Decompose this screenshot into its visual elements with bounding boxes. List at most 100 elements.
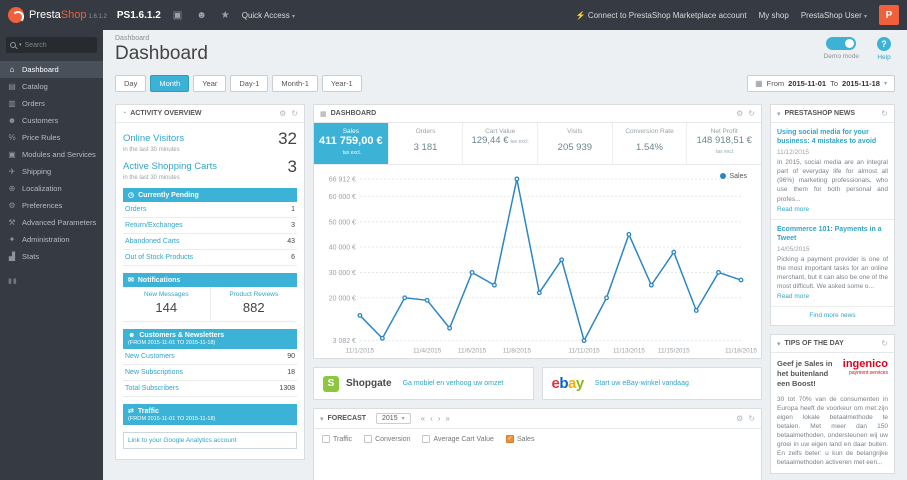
filter-day-button[interactable]: Day <box>115 75 147 92</box>
find-more-news-link[interactable]: Find more news <box>771 307 894 325</box>
quick-access-menu[interactable]: Quick Access ▾ <box>242 11 295 20</box>
prestashop-logo[interactable]: PrestaShop 1.6.1.2 <box>8 7 107 23</box>
sidebar-item-dashboard[interactable]: ⌂ Dashboard <box>0 61 103 78</box>
date-filter-group: Day Month Year Day-1 Month-1 Year-1 <box>115 75 362 92</box>
checkbox-icon[interactable] <box>422 435 431 444</box>
svg-text:50 000 €: 50 000 € <box>329 219 356 226</box>
chevron-down-icon[interactable]: ▾ <box>777 340 781 348</box>
ebay-link[interactable]: Start uw eBay-winkel vandaag <box>595 380 689 387</box>
sidebar-item-localization[interactable]: ⊕ Localization <box>0 180 103 197</box>
forecast-option-average-cart-value[interactable]: Average Cart Value <box>422 435 494 444</box>
abandoned-carts-link[interactable]: Abandoned Carts <box>125 238 179 245</box>
filter-month-button[interactable]: Month <box>150 75 190 92</box>
sidebar-item-stats[interactable]: ▟ Stats <box>0 248 103 265</box>
new-customers-link[interactable]: New Customers <box>125 353 175 360</box>
gear-icon[interactable]: ⚙ <box>736 109 743 118</box>
cart-icon[interactable]: ▣ <box>173 10 182 21</box>
demo-mode-toggle[interactable]: Demo mode <box>824 37 859 61</box>
toggle-switch[interactable] <box>826 37 857 50</box>
table-row: Total Subscribers 1308 <box>123 381 297 397</box>
online-visitors-link[interactable]: Online Visitors <box>123 133 184 144</box>
filter-day-1-button[interactable]: Day-1 <box>230 75 269 92</box>
first-page-icon[interactable]: « <box>421 414 425 423</box>
help-button[interactable]: ? Help <box>877 37 891 61</box>
out-of-stock-link[interactable]: Out of Stock Products <box>125 254 193 261</box>
news-article-date: 11/12/2015 <box>777 149 810 157</box>
news-article-title-link[interactable]: Ecommerce 101: Payments in a Tweet <box>777 225 888 243</box>
chevron-down-icon[interactable]: ▾ <box>320 415 324 423</box>
kpi-conversion-rate[interactable]: Conversion Rate 1.54% <box>613 123 688 164</box>
kpi-orders[interactable]: Orders 3 181 <box>389 123 464 164</box>
forecast-option-traffic[interactable]: Traffic <box>322 435 352 444</box>
new-subscriptions-link[interactable]: New Subscriptions <box>125 369 183 376</box>
refresh-icon[interactable]: ↻ <box>748 414 755 423</box>
sidebar-item-shipping[interactable]: ✈ Shipping <box>0 163 103 180</box>
shopgate-link[interactable]: Ga mobiel en verhoog uw omzet <box>403 380 504 387</box>
filter-month-1-button[interactable]: Month-1 <box>272 75 318 92</box>
avatar[interactable]: P <box>879 5 899 25</box>
year-select[interactable]: 2015 ▾ <box>376 413 411 425</box>
date-range-picker[interactable]: ▦ From 2015-11-01 To 2015-11-18 ▾ <box>747 75 895 92</box>
sidebar-item-preferences[interactable]: ⚙ Preferences <box>0 197 103 214</box>
pending-orders-link[interactable]: Orders <box>125 206 146 213</box>
search-input[interactable] <box>24 41 85 49</box>
kpi-label: Sales <box>342 128 359 135</box>
gear-icon[interactable]: ⚙ <box>736 414 743 423</box>
sidebar-item-modules[interactable]: ▣ Modules and Services <box>0 146 103 163</box>
breadcrumb[interactable]: Dashboard <box>115 35 895 42</box>
sidebar-item-price-rules[interactable]: % Price Rules <box>0 129 103 146</box>
prev-page-icon[interactable]: ‹ <box>430 414 433 423</box>
kpi-label: Orders <box>415 128 436 135</box>
sidebar-search[interactable]: ▾ <box>6 37 97 53</box>
next-page-icon[interactable]: › <box>438 414 441 423</box>
product-reviews-cell[interactable]: Product Reviews 882 <box>209 287 298 321</box>
refresh-icon[interactable]: ↻ <box>881 339 888 348</box>
read-more-link[interactable]: Read more <box>777 293 809 300</box>
active-carts-link[interactable]: Active Shopping Carts <box>123 161 217 172</box>
pending-returns-link[interactable]: Return/Exchanges <box>125 222 183 229</box>
trophy-icon[interactable]: ★ <box>221 10 230 21</box>
plug-icon: ⚡ <box>575 10 586 20</box>
new-messages-cell[interactable]: New Messages 144 <box>123 287 210 321</box>
kpi-visits[interactable]: Visits 205 939 <box>538 123 613 164</box>
marketplace-link[interactable]: ⚡ Connect to PrestaShop Marketplace acco… <box>576 11 747 20</box>
forecast-option-sales[interactable]: ✓ Sales <box>505 435 534 444</box>
kpi-sales[interactable]: Sales 411 759,00 € tax excl. <box>314 123 389 164</box>
sidebar-item-customers[interactable]: ☻ Customers <box>0 112 103 129</box>
checkbox-icon[interactable] <box>364 435 373 444</box>
shop-name-link[interactable]: PS1.6.1.2 <box>117 10 161 21</box>
checkbox-icon[interactable] <box>322 435 330 444</box>
read-more-link[interactable]: Read more <box>777 206 809 213</box>
svg-text:11/18/2015: 11/18/2015 <box>725 347 757 354</box>
sidebar-collapse-icon[interactable]: ▮▮ <box>0 265 103 297</box>
sidebar-item-advanced-parameters[interactable]: ⚒ Advanced Parameters <box>0 214 103 231</box>
brand-text: PrestaShop 1.6.1.2 <box>29 9 107 21</box>
news-article-title-link[interactable]: Using social media for your business: 4 … <box>777 128 888 146</box>
sidebar-item-administration[interactable]: ✦ Administration <box>0 231 103 248</box>
gear-icon[interactable]: ⚙ <box>279 109 286 118</box>
checkbox-checked-icon[interactable]: ✓ <box>505 435 514 444</box>
sidebar-item-catalog[interactable]: ▤ Catalog <box>0 78 103 95</box>
total-subscribers-link[interactable]: Total Subscribers <box>125 385 179 392</box>
sidebar-item-orders[interactable]: ▥ Orders <box>0 95 103 112</box>
kpi-value: 411 759,00 € <box>319 135 383 147</box>
filter-year-1-button[interactable]: Year-1 <box>321 75 362 92</box>
refresh-icon[interactable]: ↻ <box>881 109 888 118</box>
kpi-net-profit[interactable]: Net Profit 148 918,51 € tax excl. <box>687 123 761 164</box>
brand-presta: Presta <box>29 9 61 21</box>
refresh-icon[interactable]: ↻ <box>291 109 298 118</box>
google-analytics-link[interactable]: Link to your Google Analytics account <box>123 432 297 449</box>
forecast-option-conversion[interactable]: Conversion <box>364 435 410 444</box>
help-icon[interactable]: ? <box>877 37 891 51</box>
user-menu[interactable]: PrestaShop User ▾ <box>801 11 867 20</box>
last-page-icon[interactable]: » <box>445 414 449 423</box>
my-shop-link[interactable]: My shop <box>759 11 789 20</box>
refresh-icon[interactable]: ↻ <box>748 109 755 118</box>
page-title: Dashboard <box>115 43 208 64</box>
kpi-cart-value[interactable]: Cart Value 129,44 € tax excl. <box>463 123 539 164</box>
customers-icon[interactable]: ☻ <box>196 10 207 21</box>
chevron-down-icon[interactable]: ▾ <box>777 110 781 118</box>
gear-icon: ⚙ <box>8 201 16 210</box>
news-article-excerpt: In 2015, social media are an integral pa… <box>777 159 888 203</box>
filter-year-button[interactable]: Year <box>193 75 227 92</box>
